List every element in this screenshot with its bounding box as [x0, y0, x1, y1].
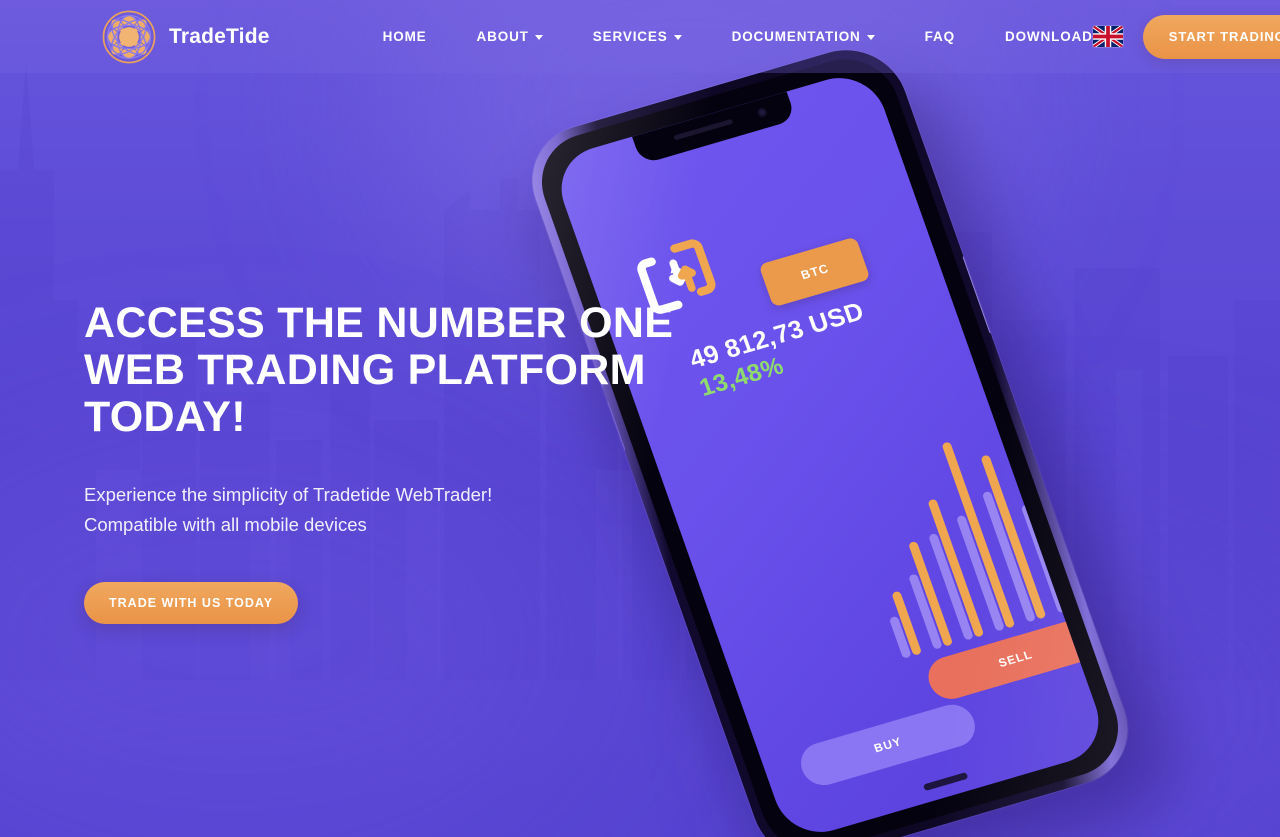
- nav-item-label: HOME: [382, 29, 427, 44]
- nav-item-about[interactable]: ABOUT: [477, 29, 543, 44]
- hero-title: ACCESS THE NUMBER ONE WEB TRADING PLATFO…: [84, 299, 674, 441]
- nav-item-home[interactable]: HOME: [383, 29, 427, 44]
- site-header: TradeTide HOME ABOUT SERVICES DOCUMENTAT…: [0, 0, 1280, 73]
- nav-item-label: SERVICES: [592, 29, 668, 44]
- nav-item-documentation[interactable]: DOCUMENTATION: [732, 29, 875, 44]
- nav-item-services[interactable]: SERVICES: [593, 29, 682, 44]
- nav-item-label: FAQ: [924, 29, 955, 44]
- earpiece-speaker: [673, 118, 734, 141]
- nav-item-label: DOCUMENTATION: [731, 29, 861, 44]
- brand-logo[interactable]: TradeTide: [100, 8, 270, 66]
- landing-page: TradeTide HOME ABOUT SERVICES DOCUMENTAT…: [0, 0, 1280, 837]
- hero-subtitle: Experience the simplicity of Tradetide W…: [84, 480, 724, 540]
- nav-item-faq[interactable]: FAQ: [925, 29, 955, 44]
- brand-name: TradeTide: [169, 24, 270, 48]
- nav-item-download[interactable]: DOWNLOAD: [1005, 29, 1093, 44]
- hero-subtitle-line-1: Experience the simplicity of Tradetide W…: [84, 484, 493, 505]
- hero-subtitle-line-2: Compatible with all mobile devices: [84, 514, 367, 535]
- tradetide-circular-emblem-icon: [100, 8, 158, 66]
- chevron-down-icon: [534, 35, 543, 40]
- nav-item-label: ABOUT: [476, 29, 529, 44]
- hero-section: ACCESS THE NUMBER ONE WEB TRADING PLATFO…: [84, 300, 724, 624]
- header-actions: START TRADING: [1092, 14, 1280, 59]
- nav-item-label: DOWNLOAD: [1004, 29, 1093, 44]
- trade-with-us-today-button[interactable]: TRADE WITH US TODAY: [84, 582, 299, 624]
- start-trading-button[interactable]: START TRADING: [1142, 14, 1280, 59]
- chevron-down-icon: [866, 35, 875, 40]
- sell-button[interactable]: SELL: [922, 613, 1109, 705]
- front-camera-icon: [756, 107, 768, 118]
- chevron-down-icon: [673, 35, 682, 40]
- main-nav: HOME ABOUT SERVICES DOCUMENTATION FAQ DO…: [383, 29, 1093, 44]
- united-kingdom-flag-icon[interactable]: [1092, 26, 1123, 47]
